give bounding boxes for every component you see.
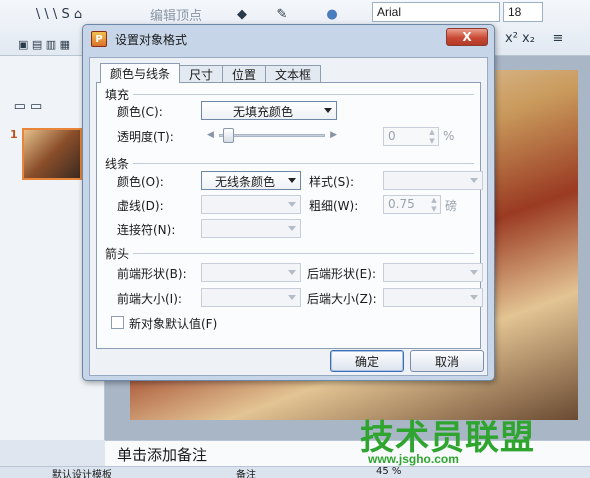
- transparency-label: 透明度(T):: [117, 130, 174, 144]
- dialog-titlebar[interactable]: P 设置对象格式 X: [83, 25, 494, 53]
- end-style-select[interactable]: [383, 263, 483, 282]
- panel-tab-icons[interactable]: ▭ ▭: [8, 96, 48, 116]
- connector-select[interactable]: [201, 219, 301, 238]
- watermark-url: www.jsgho.com: [368, 452, 459, 466]
- spin-down-icon[interactable]: ▼: [429, 205, 439, 213]
- end-style-label: 后端形状(E):: [307, 267, 376, 281]
- begin-style-label: 前端形状(B):: [117, 267, 187, 281]
- tab-text-box[interactable]: 文本框: [265, 65, 322, 83]
- dash-label: 虚线(D):: [117, 199, 164, 213]
- chevron-down-icon: [288, 178, 296, 183]
- chevron-down-icon: [288, 295, 296, 300]
- line-color-select[interactable]: 无线条颜色: [201, 171, 301, 190]
- superscript-subscript-icon[interactable]: x² x₂: [500, 28, 540, 48]
- chevron-down-icon: [470, 270, 478, 275]
- slider-right-arrow-icon[interactable]: ▶: [330, 130, 337, 140]
- fill-color-select[interactable]: 无填充颜色: [201, 101, 337, 120]
- dialog-title: 设置对象格式: [115, 32, 188, 47]
- slider-thumb[interactable]: [223, 128, 234, 143]
- status-bar: 默认设计模板 备注 45 %: [0, 466, 590, 478]
- chevron-down-icon: [288, 270, 296, 275]
- arrows-section-label: 箭头: [105, 247, 130, 261]
- default-for-new-objects-label[interactable]: 新对象默认值(F): [129, 315, 217, 332]
- weight-label: 粗细(W):: [309, 199, 359, 213]
- transparency-spinner[interactable]: 0 ▲ ▼: [383, 127, 439, 146]
- chevron-down-icon: [288, 226, 296, 231]
- font-name-select[interactable]: Arial: [372, 2, 500, 22]
- colors-lines-panel: 填充 颜色(C): 无填充颜色 透明度(T): ◀ ▶ 0 ▲ ▼ % 线条 颜…: [96, 82, 483, 349]
- begin-size-label: 前端大小(I):: [117, 292, 182, 306]
- default-for-new-objects-checkbox[interactable]: [111, 316, 124, 329]
- tab-position[interactable]: 位置: [222, 65, 267, 83]
- connector-label: 连接符(N):: [117, 223, 176, 237]
- dialog-client: 颜色与线条 尺寸 位置 文本框 填充 颜色(C): 无填充颜色 透明度(T): …: [89, 57, 488, 376]
- line-style-label: 样式(S):: [309, 175, 355, 189]
- fill-color-value: 无填充颜色: [232, 105, 293, 119]
- format-object-dialog: P 设置对象格式 X 颜色与线条 尺寸 位置 文本框 填充 颜色(C): 无填充…: [82, 24, 495, 381]
- end-size-select[interactable]: [383, 288, 483, 307]
- transparency-unit: %: [443, 129, 455, 143]
- shape-effect-icon[interactable]: ●: [322, 4, 342, 24]
- line-divider: [133, 163, 474, 164]
- pen-color-icon[interactable]: ✎: [272, 4, 292, 24]
- chevron-down-icon: [470, 178, 478, 183]
- begin-style-select[interactable]: [201, 263, 301, 282]
- transparency-slider[interactable]: ◀ ▶: [207, 127, 337, 143]
- line-color-value: 无线条颜色: [214, 175, 275, 189]
- weight-spinner[interactable]: 0.75 ▲ ▼: [383, 195, 441, 214]
- spin-up-icon[interactable]: ▲: [429, 196, 439, 204]
- spin-up-icon[interactable]: ▲: [427, 128, 437, 136]
- line-color-label: 颜色(O):: [117, 175, 164, 189]
- end-size-label: 后端大小(Z):: [307, 292, 377, 306]
- slide-number: 1: [10, 128, 18, 141]
- dash-select[interactable]: [201, 195, 301, 214]
- begin-size-select[interactable]: [201, 288, 301, 307]
- close-button[interactable]: X: [446, 28, 488, 46]
- ok-button[interactable]: 确定: [330, 350, 404, 372]
- weight-value: 0.75: [388, 197, 415, 211]
- fill-section-label: 填充: [105, 88, 130, 102]
- edit-vertex-button[interactable]: 编辑顶点: [140, 4, 212, 24]
- weight-unit[interactable]: 磅: [445, 197, 457, 214]
- slider-track: [219, 134, 325, 137]
- line-shapes-gallery[interactable]: \ \ \ S ⌂: [4, 4, 114, 24]
- line-section-label: 线条: [105, 157, 130, 171]
- slide-thumbnail[interactable]: [22, 128, 82, 180]
- tab-colors-and-lines[interactable]: 颜色与线条: [100, 63, 181, 83]
- transparency-value: 0: [388, 129, 396, 143]
- chevron-down-icon: [288, 202, 296, 207]
- tab-size[interactable]: 尺寸: [179, 65, 224, 83]
- status-zoom[interactable]: 45 %: [376, 466, 401, 477]
- status-notes[interactable]: 备注: [236, 466, 256, 478]
- fill-color-label: 颜色(C):: [117, 105, 163, 119]
- font-size-select[interactable]: 18: [503, 2, 543, 22]
- fill-bucket-icon[interactable]: ◆: [232, 4, 252, 24]
- spin-down-icon[interactable]: ▼: [427, 137, 437, 145]
- fill-divider: [133, 94, 474, 95]
- line-style-select[interactable]: [383, 171, 483, 190]
- cancel-button[interactable]: 取消: [410, 350, 484, 372]
- chevron-down-icon: [324, 108, 332, 113]
- app-icon: P: [91, 31, 107, 47]
- align-left-icon[interactable]: ≡: [548, 28, 568, 48]
- dialog-tabs: 颜色与线条 尺寸 位置 文本框: [100, 63, 322, 83]
- arrows-divider: [133, 253, 474, 254]
- status-template[interactable]: 默认设计模板: [52, 466, 112, 478]
- quick-access-icons[interactable]: ▣ ▤ ▥ ▦: [4, 34, 84, 54]
- chevron-down-icon: [470, 295, 478, 300]
- slider-left-arrow-icon[interactable]: ◀: [207, 130, 214, 140]
